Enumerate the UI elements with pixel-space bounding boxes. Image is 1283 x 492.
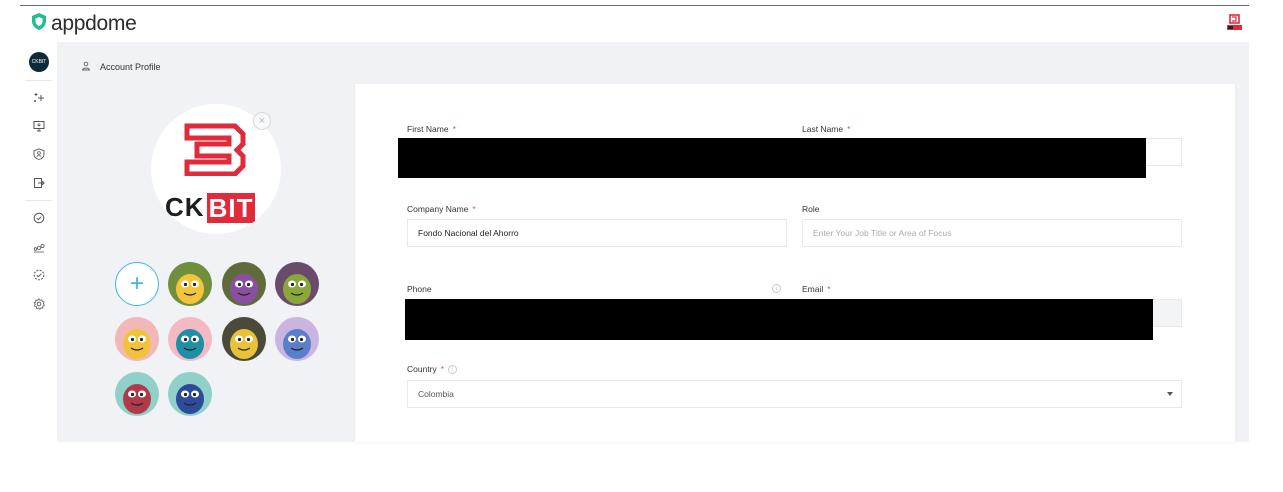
monster-icon: [123, 384, 151, 414]
monster-icon: [176, 329, 204, 359]
user-avatar-text: CKBIT: [31, 59, 47, 65]
info-icon[interactable]: i: [772, 284, 781, 293]
country-value: Colombia: [418, 389, 454, 399]
gear-icon[interactable]: [32, 297, 46, 311]
dashed-check-icon[interactable]: [32, 268, 46, 282]
sidebar-divider: [25, 200, 52, 201]
company-name-value: Fondo Nacional del Ahorro: [418, 228, 519, 238]
email-label: Email *: [802, 284, 831, 294]
user-icon: [81, 61, 91, 73]
avatar-red-monster[interactable]: [115, 372, 159, 416]
avatar-blue-antenna-monster[interactable]: [168, 317, 212, 361]
last-name-label: Last Name *: [802, 124, 851, 134]
phone-label: Phone: [407, 284, 432, 294]
company-name-label: Company Name *: [407, 204, 476, 214]
shield-user-icon[interactable]: [32, 147, 46, 161]
export-icon[interactable]: [32, 176, 46, 190]
page-title: Account Profile: [100, 62, 161, 72]
redacted-block: [405, 299, 1153, 340]
monster-icon: [176, 274, 204, 304]
user-avatar[interactable]: CKBIT: [29, 52, 49, 72]
sidebar-divider: [25, 80, 52, 81]
profile-image-panel: CK BIT × +: [77, 84, 355, 442]
chevron-down-icon: [1167, 392, 1173, 396]
country-label: Country * i: [407, 364, 458, 374]
monster-icon: [123, 329, 151, 359]
avatar-yellow-dark-monster[interactable]: [222, 317, 266, 361]
company-logo-mark: [184, 123, 246, 176]
role-label: Role: [802, 204, 820, 214]
monster-icon: [283, 274, 311, 304]
country-select[interactable]: Colombia: [407, 380, 1182, 408]
monster-icon: [230, 329, 258, 359]
avatar-blue-round-monster[interactable]: [275, 317, 319, 361]
avatar-green-monster[interactable]: [275, 262, 319, 306]
top-bar: appdome: [20, 6, 1249, 42]
logo-bit: BIT: [206, 192, 256, 223]
monster-icon: [176, 384, 204, 414]
avatar-yellow-glasses-monster[interactable]: [168, 262, 212, 306]
avatar-purple-monster[interactable]: [222, 262, 266, 306]
monster-icon: [283, 329, 311, 359]
role-input[interactable]: Enter Your Job Title or Area of Focus: [802, 219, 1182, 247]
monitor-icon[interactable]: [32, 119, 46, 133]
shield-icon: [32, 13, 46, 35]
plus-icon: +: [129, 270, 144, 297]
sparkle-icon[interactable]: [32, 90, 46, 104]
company-name-input[interactable]: Fondo Nacional del Ahorro: [407, 219, 787, 247]
account-logo-icon[interactable]: [1225, 13, 1245, 33]
sidebar: CKBIT: [20, 42, 58, 442]
brand-name: appdome: [51, 12, 137, 35]
info-icon[interactable]: i: [448, 364, 458, 374]
monster-icon: [230, 274, 258, 304]
first-name-label: First Name *: [407, 124, 456, 134]
company-logo-text: CK BIT: [165, 192, 256, 223]
breadcrumb: Account Profile: [81, 61, 161, 73]
profile-form: First Name * Last Name * Company Name * Fon…: [355, 84, 1235, 442]
redacted-block: [398, 138, 1146, 178]
role-placeholder: Enter Your Job Title or Area of Focus: [813, 228, 952, 238]
remove-photo-button[interactable]: ×: [253, 112, 271, 130]
logo-ck: CK: [165, 192, 205, 222]
check-circle-icon[interactable]: [32, 211, 46, 225]
close-icon: ×: [258, 114, 266, 127]
add-avatar-button[interactable]: +: [115, 262, 159, 306]
team-icon[interactable]: [32, 240, 46, 254]
main-content: Account Profile CK BIT × + First Name * …: [57, 42, 1249, 442]
app-logo[interactable]: appdome: [32, 12, 137, 36]
avatar-dark-blue-monster[interactable]: [168, 372, 212, 416]
avatar-glasses-girl-monster[interactable]: [115, 317, 159, 361]
